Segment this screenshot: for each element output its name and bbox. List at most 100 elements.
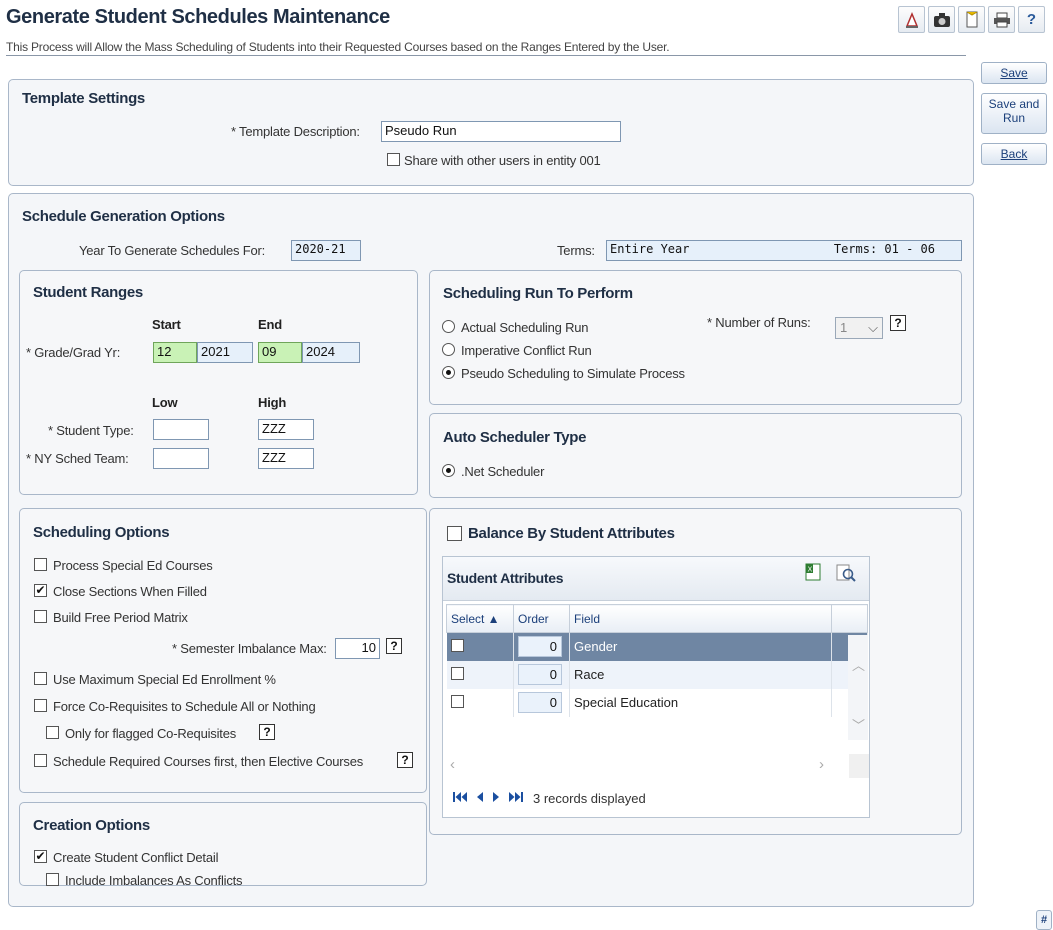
terms-input[interactable]: Entire Year Terms: 01 - 06 [606, 240, 962, 261]
force-coreq-checkbox[interactable] [34, 699, 47, 712]
schedule-required-first-label: Schedule Required Courses first, then El… [53, 754, 364, 769]
low-header: Low [152, 395, 178, 410]
create-conflict-detail-label: Create Student Conflict Detail [53, 850, 219, 865]
first-page-icon[interactable] [453, 791, 469, 806]
table-row[interactable]: 0 Race [446, 660, 868, 689]
save-button[interactable]: Save [981, 62, 1047, 84]
row-select-checkbox[interactable] [450, 666, 464, 680]
use-max-special-ed-checkbox[interactable] [34, 672, 47, 685]
attributes-table: Select ▲ Order Field 0 Gender 0 Race 0 S… [446, 604, 868, 717]
chevron-down-icon: ⌵ [868, 320, 878, 335]
scroll-down-icon[interactable]: ﹀ [852, 715, 865, 734]
use-max-special-ed-label: Use Maximum Special Ed Enrollment % [53, 672, 276, 687]
row-order-input[interactable]: 0 [518, 692, 562, 713]
radio-actual-run[interactable] [442, 320, 455, 333]
print-icon[interactable] [988, 6, 1015, 33]
balance-label: Balance By Student Attributes [468, 525, 675, 542]
creation-options-panel: Creation Options ✔ Create Student Confli… [19, 802, 427, 888]
semester-imbalance-input[interactable]: 10 [335, 638, 380, 659]
vertical-scrollbar[interactable]: ︿ ﹀ [848, 635, 868, 740]
end-header: End [258, 317, 282, 332]
help-icon[interactable]: ? [1018, 6, 1045, 33]
report-icon[interactable] [898, 6, 925, 33]
run-to-perform-title: Scheduling Run To Perform [443, 285, 633, 302]
only-flagged-help-icon[interactable]: ? [259, 724, 275, 740]
sched-team-high-input[interactable]: ZZZ [258, 448, 314, 469]
radio-imperative-run[interactable] [442, 343, 455, 356]
grade-end-input[interactable]: 09 [258, 342, 302, 363]
share-checkbox[interactable] [387, 153, 400, 166]
include-imbalances-label: Include Imbalances As Conflicts [65, 873, 243, 888]
excel-export-icon[interactable]: X [804, 563, 822, 584]
template-description-input[interactable]: Pseudo Run [381, 121, 621, 142]
col-field-header[interactable]: Field [569, 604, 832, 633]
num-runs-help-icon[interactable]: ? [890, 315, 906, 331]
prev-page-icon[interactable] [475, 791, 485, 806]
pager: 3 records displayed [453, 791, 646, 806]
imperative-run-label: Imperative Conflict Run [461, 343, 592, 358]
schedule-required-help-icon[interactable]: ? [397, 752, 413, 768]
semester-imbalance-label: * Semester Imbalance Max: [172, 641, 327, 656]
page-subtitle: This Process will Allow the Mass Schedul… [6, 40, 966, 56]
scroll-right-icon[interactable]: › [819, 756, 824, 773]
camera-icon[interactable] [928, 6, 955, 33]
schedule-generation-title: Schedule Generation Options [22, 208, 225, 225]
grid-title: Student Attributes [447, 570, 564, 586]
grade-start-input[interactable]: 12 [153, 342, 197, 363]
balance-checkbox[interactable] [447, 526, 462, 541]
only-flagged-label: Only for flagged Co-Requisites [65, 726, 237, 741]
student-ranges-title: Student Ranges [33, 284, 143, 301]
auto-scheduler-panel: Auto Scheduler Type .Net Scheduler [429, 413, 962, 498]
row-field: Race [569, 660, 832, 689]
table-row[interactable]: 0 Special Education [446, 688, 868, 717]
row-select-checkbox[interactable] [450, 638, 464, 652]
scheduling-options-title: Scheduling Options [33, 524, 170, 541]
save-and-run-button[interactable]: Save and Run [981, 93, 1047, 134]
sched-team-low-input[interactable] [153, 448, 209, 469]
horizontal-scrollbar[interactable]: ‹ › [445, 754, 845, 778]
radio-net-scheduler[interactable] [442, 464, 455, 477]
only-flagged-checkbox[interactable] [46, 726, 59, 739]
semester-imbalance-help-icon[interactable]: ? [386, 638, 402, 654]
grad-yr-start-input[interactable]: 2021 [197, 342, 253, 363]
include-imbalances-checkbox[interactable] [46, 873, 59, 886]
high-header: High [258, 395, 287, 410]
bookmark-icon[interactable] [958, 6, 985, 33]
student-type-label: * Student Type: [48, 423, 134, 438]
student-ranges-panel: Student Ranges Start End * Grade/Grad Yr… [19, 270, 418, 495]
row-order-input[interactable]: 0 [518, 636, 562, 658]
create-conflict-detail-checkbox[interactable]: ✔ [34, 850, 47, 863]
build-free-period-checkbox[interactable] [34, 610, 47, 623]
next-page-icon[interactable] [491, 791, 501, 806]
row-field: Special Education [569, 688, 832, 717]
table-row[interactable]: 0 Gender [446, 632, 868, 661]
start-header: Start [152, 317, 181, 332]
scroll-left-icon[interactable]: ‹ [450, 756, 455, 773]
col-select-header[interactable]: Select ▲ [446, 604, 514, 633]
template-settings-panel: Template Settings * Template Description… [8, 79, 974, 186]
close-sections-checkbox[interactable]: ✔ [34, 584, 47, 597]
scroll-up-icon[interactable]: ︿ [852, 655, 865, 674]
last-page-icon[interactable] [507, 791, 523, 806]
back-button[interactable]: Back [981, 143, 1047, 165]
process-special-ed-checkbox[interactable] [34, 558, 47, 571]
schedule-required-first-checkbox[interactable] [34, 754, 47, 767]
year-input[interactable]: 2020-21 [291, 240, 361, 261]
row-select-checkbox[interactable] [450, 694, 464, 708]
radio-pseudo-run[interactable] [442, 366, 455, 379]
force-coreq-label: Force Co-Requisites to Schedule All or N… [53, 699, 316, 714]
toolbar: ? [898, 6, 1045, 33]
grid-header: Student Attributes X [443, 557, 869, 601]
row-order-input[interactable]: 0 [518, 664, 562, 685]
process-special-ed-label: Process Special Ed Courses [53, 558, 213, 573]
col-order-header[interactable]: Order [513, 604, 570, 633]
num-runs-label: * Number of Runs: [707, 315, 811, 330]
student-type-low-input[interactable] [153, 419, 209, 440]
grad-yr-end-input[interactable]: 2024 [302, 342, 360, 363]
preview-search-icon[interactable] [835, 563, 857, 586]
student-type-high-input[interactable]: ZZZ [258, 419, 314, 440]
student-attributes-grid: Student Attributes X Select ▲ Order Fiel… [442, 556, 870, 818]
auto-scheduler-title: Auto Scheduler Type [443, 429, 587, 446]
corner-badge[interactable]: # [1036, 910, 1052, 930]
num-runs-select[interactable]: 1 ⌵ [835, 317, 883, 339]
